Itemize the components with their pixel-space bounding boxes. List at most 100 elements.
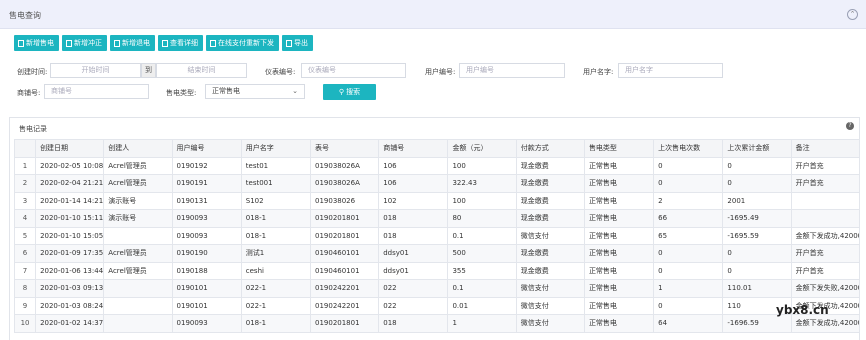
table-cell: test001 bbox=[240, 174, 312, 193]
table-header-row: 创建日期 创建人 用户编号 用户名字 表号 商铺号 金额（元） 付款方式 售电类… bbox=[13, 139, 861, 158]
row-index: 1 bbox=[13, 156, 37, 175]
table-row[interactable]: 22020-02-04 21:21:18Acrel管理员0190191test0… bbox=[13, 174, 861, 193]
table-cell: Acrel管理员 bbox=[103, 156, 173, 175]
table-row[interactable]: 102020-01-02 14:37:08 0190093018-10190201… bbox=[13, 314, 861, 333]
table-row[interactable]: 12020-02-05 10:08:47Acrel管理员0190192test0… bbox=[13, 156, 861, 175]
search-button[interactable]: ⚲ 搜索 bbox=[323, 84, 376, 100]
table-cell: 2020-01-06 13:44:25 bbox=[35, 261, 105, 280]
table-cell: ddsy01 bbox=[378, 261, 449, 280]
table-cell bbox=[790, 191, 861, 210]
shop-no-label: 商铺号: bbox=[17, 89, 41, 97]
add-refund-button[interactable]: 新增退电 bbox=[110, 35, 155, 51]
table-cell: 1 bbox=[447, 314, 517, 333]
row-index: 7 bbox=[13, 261, 37, 280]
table-cell: -1695.49 bbox=[722, 209, 792, 228]
table-cell: 018 bbox=[378, 226, 449, 245]
table-cell: 演示账号 bbox=[103, 191, 173, 210]
table-cell: 022-1 bbox=[240, 279, 312, 298]
table-cell: 0190191 bbox=[171, 174, 242, 193]
table-row[interactable]: 52020-01-10 15:05:33 0190093018-101902018… bbox=[13, 226, 861, 245]
table-cell: 100 bbox=[447, 191, 517, 210]
edit-icon bbox=[114, 39, 120, 47]
table-cell: 2020-01-14 14:21:55 bbox=[35, 191, 105, 210]
row-index: 9 bbox=[13, 296, 37, 315]
column-header[interactable]: 上次累计金额 bbox=[722, 139, 792, 158]
table-row[interactable]: 82020-01-03 09:13:41 0190101022-101902422… bbox=[13, 279, 861, 298]
column-header[interactable]: 备注 bbox=[790, 139, 861, 158]
table-cell: 2020-01-03 08:24:20 bbox=[35, 296, 105, 315]
table-cell: Acrel管理员 bbox=[103, 261, 173, 280]
row-index: 2 bbox=[13, 174, 37, 193]
table-cell: 500 bbox=[447, 244, 517, 263]
column-header[interactable]: 金额（元） bbox=[447, 139, 517, 158]
table-row[interactable]: 32020-01-14 14:21:55演示账号0190131S10201903… bbox=[13, 191, 861, 210]
shop-no-input[interactable]: 商铺号 bbox=[44, 84, 149, 99]
user-no-input[interactable]: 用户编号 bbox=[459, 63, 565, 78]
table-cell: 2020-01-09 17:35:36 bbox=[35, 244, 105, 263]
table-cell: 0.01 bbox=[447, 296, 517, 315]
add-reversal-button[interactable]: 新增冲正 bbox=[62, 35, 107, 51]
index-header bbox=[13, 139, 37, 158]
end-time-input[interactable]: 结束时间 bbox=[156, 63, 247, 78]
add-sale-button[interactable]: 新增售电 bbox=[14, 35, 59, 51]
column-header[interactable]: 商铺号 bbox=[378, 139, 449, 158]
column-header[interactable]: 用户名字 bbox=[240, 139, 312, 158]
view-detail-button[interactable]: 查看详细 bbox=[158, 35, 203, 51]
table-cell: 0190242201 bbox=[309, 279, 380, 298]
table-cell: 2001 bbox=[722, 191, 792, 210]
table-row[interactable]: 62020-01-09 17:35:36Acrel管理员0190190测试101… bbox=[13, 244, 861, 263]
table-cell: 0190242201 bbox=[309, 296, 380, 315]
table-cell: 0.1 bbox=[447, 226, 517, 245]
help-icon[interactable]: ? bbox=[846, 122, 854, 130]
table-cell: 正常售电 bbox=[583, 261, 655, 280]
table-cell: 现金缴费 bbox=[515, 244, 585, 263]
table-cell: 0 bbox=[722, 261, 792, 280]
table-cell: 开户首充 bbox=[790, 156, 861, 175]
chevron-up-icon[interactable]: ⌃ bbox=[847, 9, 858, 20]
table-cell: 022 bbox=[378, 296, 449, 315]
export-button[interactable]: 导出 bbox=[282, 35, 313, 51]
column-header[interactable]: 创建日期 bbox=[35, 139, 105, 158]
meter-no-input[interactable]: 仪表编号 bbox=[301, 63, 406, 78]
table-cell: -1695.59 bbox=[722, 226, 792, 245]
table-cell: 022-1 bbox=[240, 296, 312, 315]
user-name-input[interactable]: 用户名字 bbox=[618, 63, 723, 78]
column-header[interactable]: 上次售电次数 bbox=[653, 139, 724, 158]
start-time-input[interactable]: 开始时间 bbox=[50, 63, 141, 78]
table-cell: test01 bbox=[240, 156, 312, 175]
table-cell: 测试1 bbox=[240, 244, 312, 263]
table-row[interactable]: 42020-01-10 15:11:18演示账号0190093018-10190… bbox=[13, 209, 861, 228]
table-cell: 金额下发成功,420000 bbox=[790, 314, 861, 333]
toolbar: 新增售电 新增冲正 新增退电 查看详细 在线支付重新下发 导出 bbox=[14, 35, 313, 51]
table-cell: 正常售电 bbox=[583, 314, 655, 333]
column-header[interactable]: 售电类型 bbox=[583, 139, 655, 158]
table-cell: 正常售电 bbox=[583, 296, 655, 315]
table-cell: 100 bbox=[447, 156, 517, 175]
created-time-label: 创建时间: bbox=[17, 68, 48, 76]
table-row[interactable]: 92020-01-03 08:24:20 0190101022-101902422… bbox=[13, 296, 861, 315]
table-cell bbox=[790, 209, 861, 228]
column-header[interactable]: 付款方式 bbox=[515, 139, 585, 158]
table-cell: 355 bbox=[447, 261, 517, 280]
table-cell: 0190093 bbox=[171, 226, 242, 245]
refresh-icon bbox=[210, 39, 216, 47]
column-header[interactable]: 创建人 bbox=[103, 139, 173, 158]
table-cell: 019038026A bbox=[309, 174, 380, 193]
table-cell: 开户首充 bbox=[790, 174, 861, 193]
table-cell: 正常售电 bbox=[583, 226, 655, 245]
range-separator: 到 bbox=[141, 63, 156, 78]
records-panel: 售电记录 ? 创建日期 创建人 用户编号 用户名字 表号 商铺号 金额（元） 付… bbox=[9, 117, 861, 340]
table-cell: 018-1 bbox=[240, 226, 312, 245]
sale-type-select[interactable]: 正常售电 ⌄ bbox=[205, 84, 305, 99]
table-cell: 微信支付 bbox=[515, 279, 585, 298]
column-header[interactable]: 表号 bbox=[309, 139, 380, 158]
table-cell: 0190101 bbox=[171, 279, 242, 298]
user-name-label: 用户名字: bbox=[583, 68, 614, 76]
table-cell: 2020-02-04 21:21:18 bbox=[35, 174, 105, 193]
table-cell: 现金缴费 bbox=[515, 156, 585, 175]
column-header[interactable]: 用户编号 bbox=[171, 139, 242, 158]
resend-payment-button[interactable]: 在线支付重新下发 bbox=[206, 35, 279, 51]
table-cell: 现金缴费 bbox=[515, 261, 585, 280]
table-cell: Acrel管理员 bbox=[103, 244, 173, 263]
table-row[interactable]: 72020-01-06 13:44:25Acrel管理员0190188ceshi… bbox=[13, 261, 861, 280]
